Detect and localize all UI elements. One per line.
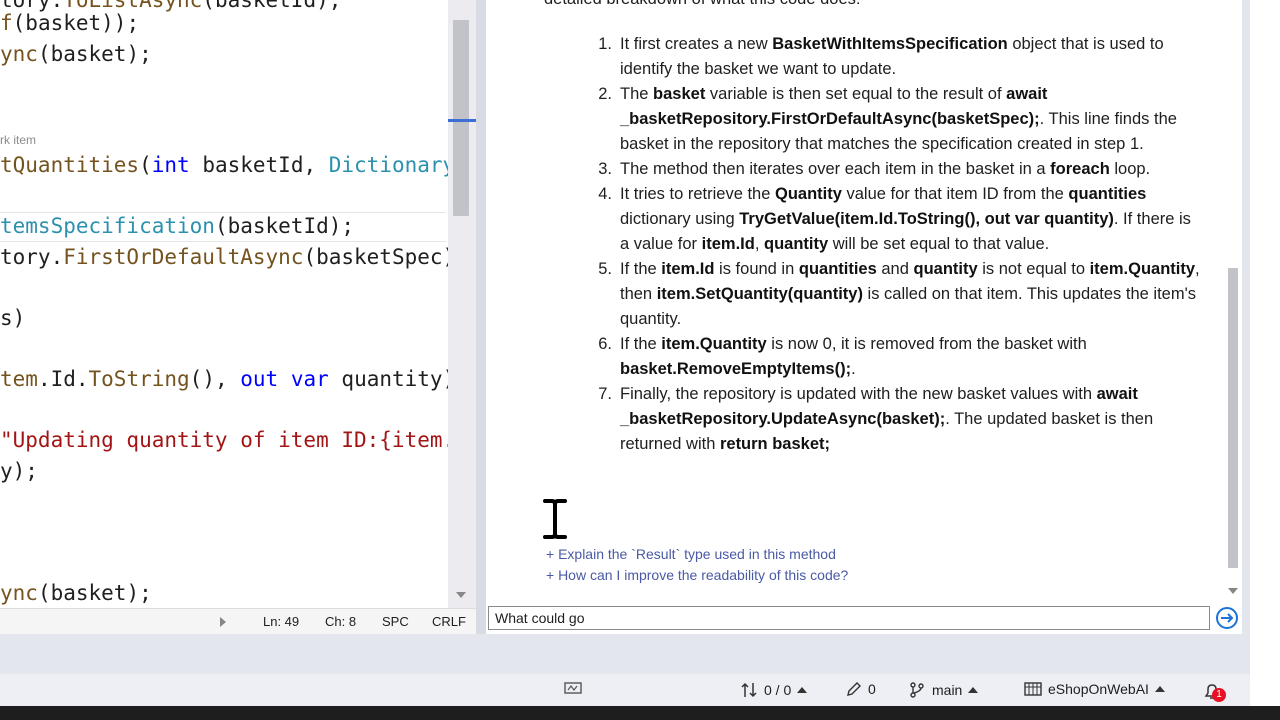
line-number[interactable]: Ln: 49 bbox=[263, 614, 299, 629]
branch-selector[interactable]: main bbox=[908, 681, 979, 699]
repository-icon bbox=[1024, 682, 1042, 696]
response-steps: 1. It first creates a new BasketWithItems… bbox=[540, 32, 1200, 457]
chat-vertical-scrollbar[interactable] bbox=[1224, 0, 1242, 608]
suggestion-link[interactable]: + Explain the `Result` type used in this… bbox=[546, 546, 836, 562]
list-item: 3. The method then iterates over each ite… bbox=[598, 160, 1151, 178]
code-line: tQuantities(int basketId, Dictionary<str… bbox=[0, 153, 448, 177]
list-item: 7. Finally, the repository is updated wit… bbox=[598, 385, 1154, 453]
caret-up-icon bbox=[797, 687, 808, 693]
horizontal-scroll-icon[interactable] bbox=[220, 617, 226, 627]
codelens-hint[interactable]: rk item bbox=[0, 133, 36, 147]
editor-scroll-thumb[interactable] bbox=[453, 20, 469, 216]
git-changes-icon bbox=[564, 682, 582, 694]
taskbar-edge bbox=[0, 706, 1280, 720]
window-frame bbox=[1242, 0, 1280, 720]
notification-badge: 1 bbox=[1212, 688, 1226, 702]
caret-up-icon bbox=[1154, 686, 1165, 692]
pencil-icon bbox=[847, 682, 861, 696]
chat-input[interactable] bbox=[488, 606, 1210, 630]
code-line: temsSpecification(basketId); bbox=[0, 214, 355, 238]
spacing-mode[interactable]: SPC bbox=[382, 614, 409, 629]
send-arrow-icon bbox=[1216, 607, 1238, 629]
status-bar: 0 / 0 0 main eShopOnWebAI 1 bbox=[0, 674, 1250, 706]
panel-splitter[interactable] bbox=[476, 0, 486, 634]
scroll-down-icon[interactable] bbox=[1228, 588, 1238, 594]
scroll-down-icon[interactable] bbox=[456, 592, 466, 598]
editor-vertical-scrollbar[interactable] bbox=[448, 0, 476, 608]
list-item: 1. It first creates a new BasketWithItems… bbox=[598, 35, 1164, 78]
code-line: ync(basket); bbox=[0, 42, 152, 66]
bottom-panel bbox=[0, 634, 1250, 674]
code-line: s) bbox=[0, 306, 26, 330]
git-branch-icon bbox=[910, 682, 924, 698]
code-editor[interactable]: tory.ToListAsync(basketId); f(basket)); … bbox=[0, 0, 448, 608]
list-item: 6. If the item.Quantity is now 0, it is r… bbox=[598, 335, 1087, 378]
sync-arrows-icon bbox=[741, 682, 757, 698]
response-intro: detailed breakdown of what this code doe… bbox=[544, 0, 860, 12]
line-ending[interactable]: CRLF bbox=[432, 614, 466, 629]
notifications-button[interactable]: 1 bbox=[1202, 681, 1226, 702]
editor-status-row: Ln: 49 Ch: 8 SPC CRLF bbox=[0, 608, 476, 635]
code-line: tem.Id.ToString(), out var quantity)) bbox=[0, 367, 448, 391]
code-line: tory.FirstOrDefaultAsync(basketSpec); bbox=[0, 245, 448, 269]
suggestion-link[interactable]: + How can I improve the readability of t… bbox=[546, 567, 848, 583]
chat-panel: detailed breakdown of what this code doe… bbox=[486, 0, 1242, 634]
text-cursor-icon bbox=[541, 497, 569, 545]
list-item: 4. It tries to retrieve the Quantity valu… bbox=[598, 185, 1191, 253]
code-line: f(basket)); bbox=[0, 11, 140, 35]
repository-selector[interactable]: eShopOnWebAI bbox=[1024, 681, 1165, 697]
send-button[interactable] bbox=[1214, 606, 1240, 630]
char-number[interactable]: Ch: 8 bbox=[325, 614, 356, 629]
code-line: ync(basket); bbox=[0, 581, 152, 605]
scroll-position-marker bbox=[448, 119, 476, 122]
git-changes-icon-button[interactable] bbox=[564, 681, 582, 695]
caret-up-icon bbox=[968, 687, 979, 693]
code-line: y); bbox=[0, 459, 38, 483]
pending-changes[interactable]: 0 bbox=[846, 681, 876, 697]
code-line: "Updating quantity of item ID:{item.Id} bbox=[0, 428, 448, 452]
list-item: 2. The basket variable is then set equal … bbox=[598, 85, 1177, 153]
chat-scroll-thumb[interactable] bbox=[1228, 268, 1238, 568]
sync-status[interactable]: 0 / 0 bbox=[740, 681, 808, 699]
list-item: 5. If the item.Id is found in quantities … bbox=[598, 260, 1200, 328]
